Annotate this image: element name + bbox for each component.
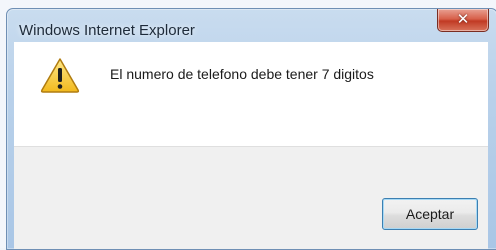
alert-message: El numero de telefono debe tener 7 digit… [110, 66, 374, 82]
title-bar[interactable]: Windows Internet Explorer ✕ [7, 9, 496, 43]
message-area [14, 42, 488, 146]
warning-icon [40, 58, 80, 93]
close-button[interactable]: ✕ [437, 9, 489, 32]
accept-button[interactable]: Aceptar [382, 198, 478, 230]
window-title: Windows Internet Explorer [19, 22, 195, 39]
close-icon: ✕ [456, 11, 470, 28]
